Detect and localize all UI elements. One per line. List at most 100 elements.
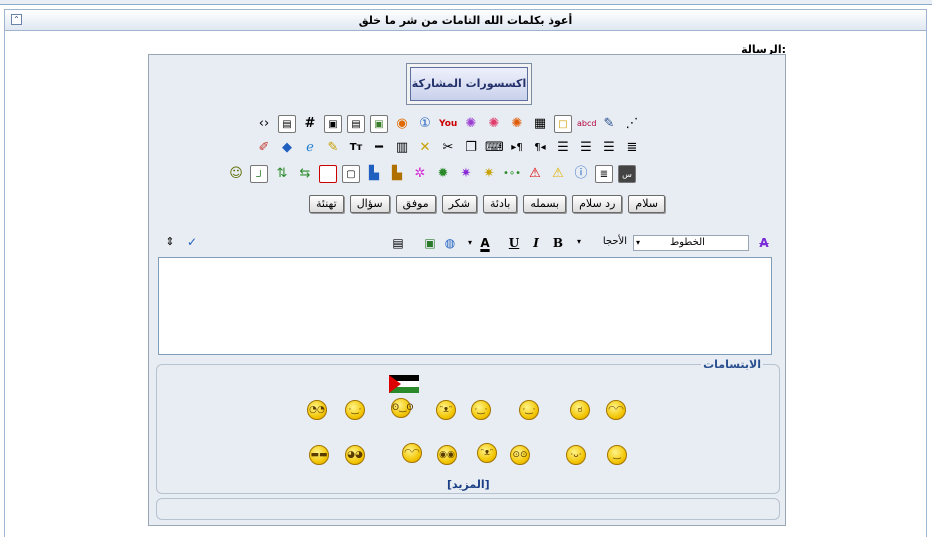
- sparkle-a-icon[interactable]: ✲: [411, 165, 429, 183]
- quick-button-salam[interactable]: سلام: [628, 195, 665, 213]
- smiley-grin[interactable]: ᵔᴥᵔ: [436, 400, 456, 420]
- highlighter-icon[interactable]: ✎: [324, 139, 342, 157]
- sparkle-b-icon[interactable]: ✹: [434, 165, 452, 183]
- align-right-icon[interactable]: ☰: [600, 139, 618, 157]
- info-circle-icon[interactable]: ①: [416, 115, 434, 133]
- abcd-icon[interactable]: abcd: [577, 115, 596, 133]
- html-icon[interactable]: ▤: [278, 115, 296, 133]
- ltr-icon[interactable]: ▸¶: [508, 139, 526, 157]
- accessories-button[interactable]: اكسسورات المشاركة: [406, 63, 532, 105]
- dots-icon[interactable]: •∘•: [503, 165, 521, 183]
- warning-yellow-icon[interactable]: ⚠: [549, 165, 567, 183]
- stamp-icon[interactable]: ▙: [388, 165, 406, 183]
- font-color-button[interactable]: A: [475, 233, 495, 253]
- table-icon[interactable]: ▦: [531, 115, 549, 133]
- spellcheck-icon[interactable]: ✓: [183, 233, 201, 251]
- smilies-legend: الابتسامات: [701, 358, 763, 371]
- rtl-icon[interactable]: ¶◂: [531, 139, 549, 157]
- arrows-lr-icon[interactable]: ⇆: [296, 165, 314, 183]
- bold-button[interactable]: B: [549, 233, 567, 253]
- image-c-icon[interactable]: ▣: [370, 115, 388, 133]
- more-smilies-link[interactable]: [المزيد]: [447, 478, 490, 491]
- paste-icon[interactable]: ▥: [393, 139, 411, 157]
- remove-format-icon[interactable]: A: [755, 233, 773, 253]
- info-icon[interactable]: ⓘ: [572, 165, 590, 183]
- book-icon[interactable]: ◆: [278, 139, 296, 157]
- align-center-icon[interactable]: ☰: [577, 139, 595, 157]
- smiley-smile[interactable]: ·‿·: [471, 400, 491, 420]
- hr-icon[interactable]: ━: [370, 139, 388, 157]
- box-text-icon[interactable]: لـ: [250, 165, 268, 183]
- media-icon[interactable]: ◉: [393, 115, 411, 133]
- frame-square-icon[interactable]: ▢: [342, 165, 360, 183]
- italic-button[interactable]: I: [527, 233, 545, 253]
- insert-link-icon[interactable]: ◍: [441, 233, 459, 253]
- quick-button-congrats[interactable]: تهنئة: [309, 195, 344, 213]
- size-select[interactable]: ▾ الأحجا: [575, 235, 629, 251]
- editor-panel: اكسسورات المشاركة ‹› ▤ # ▣ ▤ ▣ ◉ ① You ✺…: [148, 54, 786, 526]
- frame-icon[interactable]: □: [554, 115, 572, 133]
- justify-icon[interactable]: ≣: [623, 139, 641, 157]
- sparkle-icon[interactable]: ⋰: [623, 115, 641, 133]
- smiley-wink[interactable]: ‿: [607, 445, 627, 465]
- youtube-icon[interactable]: You: [439, 115, 457, 133]
- quick-button-basmala[interactable]: بسمله: [523, 195, 567, 213]
- smiley-laugh[interactable]: ·ᴗ·: [566, 445, 586, 465]
- smiley-crazy[interactable]: ◉◉: [437, 445, 457, 465]
- smiley-flag[interactable]: ʘ‿ʘ: [391, 398, 413, 418]
- arrows-ud-icon[interactable]: ⇅: [273, 165, 291, 183]
- insert-quote-icon[interactable]: ▤: [389, 233, 407, 253]
- quick-button-thanks[interactable]: شكر: [441, 195, 478, 213]
- smiley-fire[interactable]: ⊙⊙: [510, 445, 530, 465]
- copy-icon[interactable]: ❐: [462, 139, 480, 157]
- quick-button-question[interactable]: سؤال: [349, 195, 390, 213]
- fireworks-c-icon[interactable]: ✺: [508, 115, 526, 133]
- quick-button-good-luck[interactable]: موفق: [395, 195, 436, 213]
- fireworks-a-icon[interactable]: ✺: [462, 115, 480, 133]
- warning-red-icon[interactable]: ⚠: [526, 165, 544, 183]
- font-select-label: الخطوط: [670, 237, 705, 248]
- smiley-angry[interactable]: ಠ: [570, 400, 590, 420]
- smiley-happy[interactable]: ·‿·: [345, 400, 365, 420]
- fireworks-b-icon[interactable]: ✺: [485, 115, 503, 133]
- smilies-panel: الابتسامات ◠◠ ಠ ·‿· ·‿· ᵔᴥᵔ ʘ‿ʘ ·‿· ◔◔ ‿…: [156, 358, 780, 494]
- smiley-glasses[interactable]: ◠◠: [606, 400, 626, 420]
- accessories-button-label: اكسسورات المشاركة: [410, 67, 528, 101]
- ie-icon[interactable]: ℯ: [301, 139, 319, 157]
- hash-icon[interactable]: #: [301, 115, 319, 133]
- star-b-icon[interactable]: ✷: [480, 165, 498, 183]
- color-dropdown-icon[interactable]: ▾: [465, 233, 475, 253]
- code-icon[interactable]: ‹›: [255, 115, 273, 133]
- star-a-icon[interactable]: ✷: [457, 165, 475, 183]
- align-left-icon[interactable]: ☰: [554, 139, 572, 157]
- insert-image-icon[interactable]: ▣: [421, 233, 439, 253]
- image-a-icon[interactable]: ▣: [324, 115, 342, 133]
- smiley-cool[interactable]: ▬▬: [309, 445, 329, 465]
- quick-button-prefix[interactable]: بادئة: [483, 195, 518, 213]
- eraser-icon[interactable]: ✐: [255, 139, 273, 157]
- cross-icon[interactable]: ✕: [416, 139, 434, 157]
- keyboard-icon[interactable]: ⌨: [485, 139, 504, 157]
- smiley-sword[interactable]: ◠◠: [402, 443, 422, 463]
- icon-toolbar-row-3: ☺ لـ ⇅ ⇆ ▢ ▙ ▙ ✲ ✹ ✷ ✷ •∘• ⚠ ⚠ ⓘ ≣ س: [227, 165, 636, 183]
- smiley-pigtails[interactable]: ᵔᴥᵔ: [477, 443, 497, 463]
- image-b-icon[interactable]: ▤: [347, 115, 365, 133]
- smiley-point[interactable]: ·‿·: [519, 400, 539, 420]
- user-icon[interactable]: ☺: [227, 165, 245, 183]
- list-box-icon[interactable]: ≣: [595, 165, 613, 183]
- resize-arrows-icon[interactable]: ⇕: [161, 233, 179, 251]
- icon-toolbar-row-2: ✐ ◆ ℯ ✎ Tт ━ ▥ ✕ ✂ ❐ ⌨ ▸¶ ¶◂ ☰ ☰ ☰ ≣: [255, 139, 641, 157]
- formatting-toolbar: ▤ ▣ ◍ ▾ A U I B ▾ الأحجا ▾ الخطوط A: [389, 233, 774, 253]
- font-select[interactable]: ▾ الخطوط: [633, 235, 749, 251]
- blue-stamp-icon[interactable]: ▙: [365, 165, 383, 183]
- font-size-icon[interactable]: Tт: [347, 139, 365, 157]
- quick-button-reply-salam[interactable]: رد سلام: [572, 195, 623, 213]
- red-square-icon[interactable]: [319, 165, 337, 183]
- message-textarea[interactable]: [158, 257, 772, 355]
- cut-icon[interactable]: ✂: [439, 139, 457, 157]
- scroll-icon[interactable]: ✎: [600, 115, 618, 133]
- word-box-icon[interactable]: س: [618, 165, 636, 183]
- smiley-bee[interactable]: ◕◕: [345, 445, 365, 465]
- underline-button[interactable]: U: [505, 233, 523, 253]
- smiley-thumbs-up[interactable]: ◔◔: [307, 400, 327, 420]
